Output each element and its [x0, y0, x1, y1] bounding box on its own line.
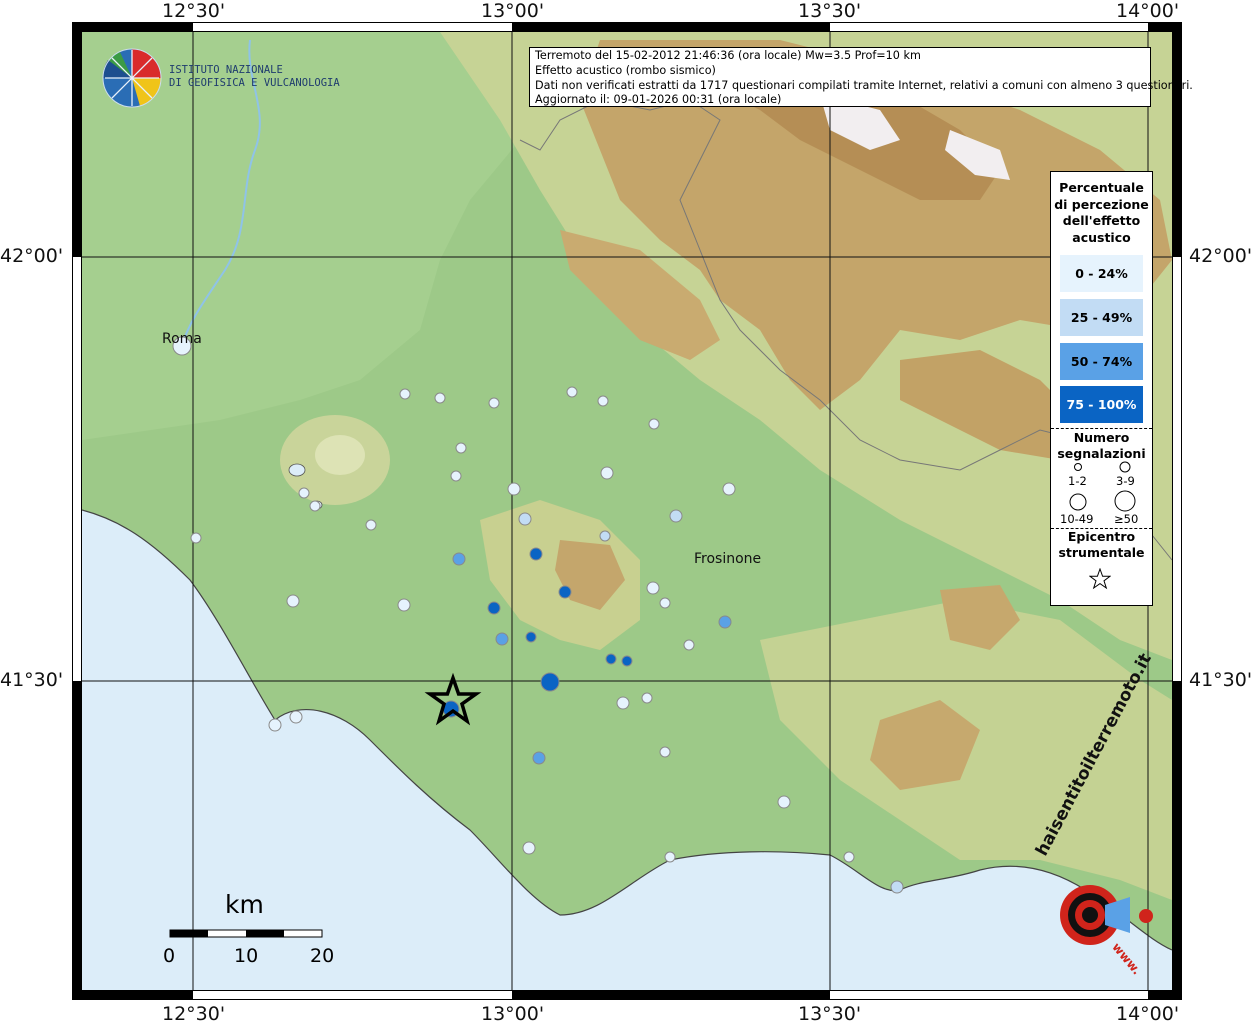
observation-point: [518, 512, 532, 526]
bottom-coord-3: 13°30': [798, 1003, 862, 1025]
event-info-box: Terremoto del 15-02-2012 21:46:36 (ora l…: [529, 47, 1193, 107]
observation-point: [399, 388, 411, 400]
observation-point: [507, 482, 521, 496]
top-coord-2: 13°00': [481, 0, 545, 22]
size-label-3-9: 3-9: [1116, 474, 1135, 488]
bottom-coord-4: 14°00': [1116, 1003, 1180, 1025]
event-line-3: Dati non verificati estratti da 1717 que…: [535, 78, 1193, 92]
observation-point: [289, 710, 303, 724]
scale-tick-0: 0: [163, 945, 176, 967]
observation-point: [664, 851, 676, 863]
size-symbol-10-49: [1069, 493, 1087, 511]
left-coord-1: 42°00': [0, 245, 64, 267]
observation-point: [722, 482, 736, 496]
size-symbol-3-9: [1119, 461, 1131, 473]
size-label-1-2: 1-2: [1068, 474, 1087, 488]
top-coord-4: 14°00': [1116, 0, 1180, 22]
scale-tick-20: 20: [310, 945, 335, 967]
observation-point: [455, 442, 467, 454]
observation-point: [298, 487, 310, 499]
size-symbol-50: [1114, 490, 1136, 512]
top-coord-3: 13°30': [798, 0, 862, 22]
observation-point: [659, 597, 671, 609]
observation-point: [488, 397, 500, 409]
observation-point: [843, 851, 855, 863]
observation-point: [616, 696, 630, 710]
event-line-4: Aggiornato il: 09-01-2026 00:31 (ora loc…: [535, 93, 782, 107]
observation-point: [365, 519, 377, 531]
observation-point: [540, 672, 560, 692]
legend-divider-1: [1051, 428, 1152, 429]
observation-point: [600, 466, 614, 480]
right-coord-2: 41°30': [1189, 669, 1253, 691]
ingv-logo-icon: [102, 48, 162, 108]
bottom-coord-1: 12°30': [162, 1003, 226, 1025]
observation-point: [646, 581, 660, 595]
observation-point: [558, 585, 572, 599]
legend-title: Percentuale di percezione dell'effetto a…: [1051, 180, 1152, 246]
size-symbol-1-2: [1074, 463, 1082, 471]
observation-point: [659, 746, 671, 758]
legend-title-line-4: acustico: [1072, 229, 1131, 245]
observation-point: [495, 632, 509, 646]
observation-point: [532, 751, 546, 765]
observation-point: [522, 841, 536, 855]
legend-epicenter-title: Epicentro strumentale: [1051, 529, 1152, 561]
observation-point: [669, 509, 683, 523]
observation-point: [599, 530, 611, 542]
observation-point: [487, 601, 501, 615]
scale-tick-10: 10: [234, 945, 259, 967]
observation-point: [286, 594, 300, 608]
legend-count-line-1: Numero: [1073, 430, 1130, 445]
left-coord-2: 41°30': [0, 669, 64, 691]
bottom-coord-2: 13°00': [481, 1003, 545, 1025]
observation-point: [890, 880, 904, 894]
observation-point: [525, 631, 537, 643]
legend-title-line-1: Percentuale: [1059, 180, 1144, 195]
size-label-50: ≥50: [1114, 512, 1139, 526]
legend-title-line-3: dell'effetto: [1062, 213, 1141, 228]
event-line-2: Effetto acustico (rombo sismico): [535, 63, 716, 77]
legend-title-line-2: di percezione: [1054, 196, 1149, 212]
observation-point: [450, 470, 462, 482]
observation-point: [605, 653, 617, 665]
observation-point: [683, 639, 695, 651]
legend-size-symbols: [1069, 461, 1136, 512]
alban-crater: [315, 435, 365, 475]
institute-line-2: DI GEOFISICA E VULCANOLOGIA: [169, 77, 340, 89]
event-line-1: Terremoto del 15-02-2012 21:46:36 (ora l…: [535, 49, 921, 62]
lake-albano: [288, 463, 306, 477]
institute-name: ISTITUTO NAZIONALE DI GEOFISICA E VULCAN…: [169, 64, 340, 90]
city-label-frosinone: Frosinone: [694, 551, 762, 567]
legend-epicenter-line-2: strumentale: [1058, 545, 1145, 560]
observation-point: [268, 718, 282, 732]
top-coord-1: 12°30': [162, 0, 226, 22]
observation-point: [529, 547, 543, 561]
observation-point: [621, 655, 633, 667]
legend-epicenter-line-1: Epicentro: [1067, 529, 1136, 544]
legend-class-0: 0 - 24%: [1060, 255, 1143, 292]
legend-star-icon: [1089, 568, 1111, 590]
scale-unit: km: [225, 890, 264, 919]
observation-point: [597, 395, 609, 407]
observation-point: [190, 532, 202, 544]
observation-point: [452, 552, 466, 566]
observation-point: [434, 392, 446, 404]
observation-point: [641, 692, 653, 704]
observation-point: [397, 598, 411, 612]
city-label-roma: Roma: [162, 331, 202, 347]
observation-point: [718, 615, 732, 629]
scale-bar: [169, 929, 323, 938]
institute-line-1: ISTITUTO NAZIONALE: [169, 64, 283, 76]
legend-class-3: 75 - 100%: [1060, 386, 1143, 423]
legend-class-1: 25 - 49%: [1060, 299, 1143, 336]
observation-point: [309, 500, 321, 512]
legend-panel: Percentuale di percezione dell'effetto a…: [1050, 171, 1153, 606]
observation-point: [648, 418, 660, 430]
observation-point: [566, 386, 578, 398]
size-label-10-49: 10-49: [1060, 512, 1094, 526]
observation-point: [777, 795, 791, 809]
right-coord-1: 42°00': [1189, 245, 1253, 267]
legend-class-2: 50 - 74%: [1060, 343, 1143, 380]
